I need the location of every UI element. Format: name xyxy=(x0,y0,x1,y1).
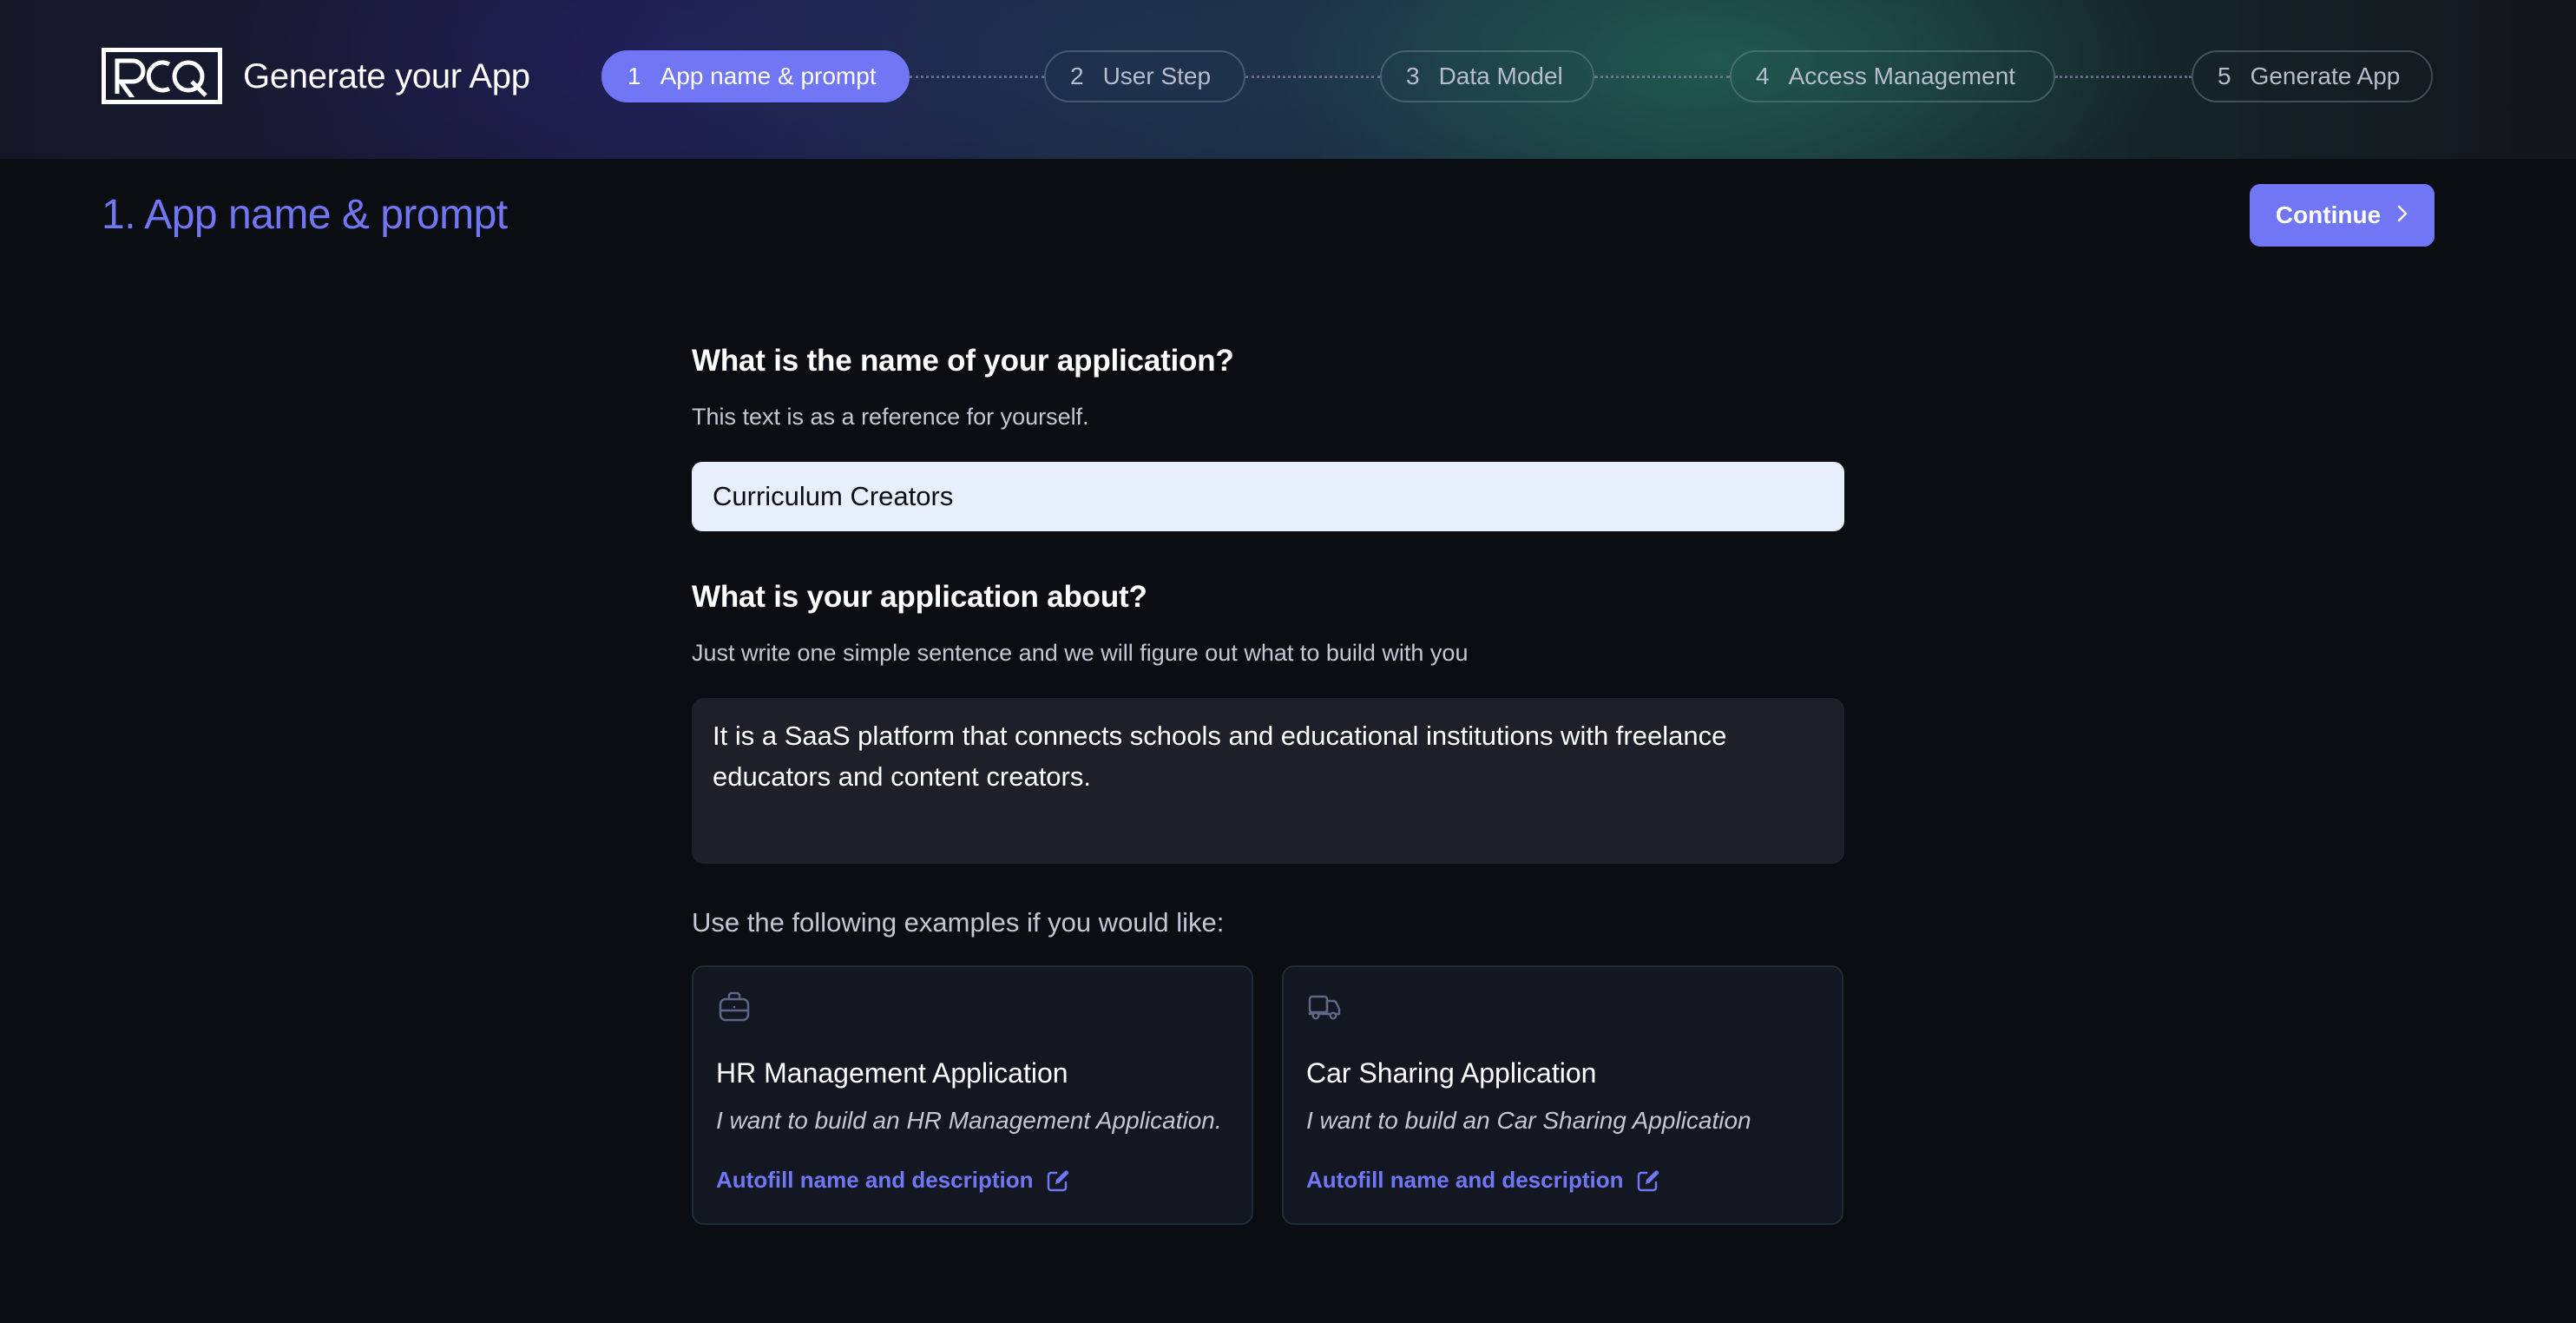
examples-label: Use the following examples if you would … xyxy=(692,907,1225,938)
step-connector xyxy=(2055,76,2192,78)
step-label: User Step xyxy=(1102,63,1212,89)
step-label: App name & prompt xyxy=(660,63,877,89)
autofill-link[interactable]: Autofill name and description xyxy=(716,1167,1071,1194)
autofill-link[interactable]: Autofill name and description xyxy=(1306,1167,1661,1194)
autofill-label: Autofill name and description xyxy=(716,1167,1034,1193)
step-number: 3 xyxy=(1406,63,1420,89)
example-card-hr[interactable]: HR Management Application I want to buil… xyxy=(692,965,1253,1225)
step-connector xyxy=(1594,76,1730,78)
step-number: 4 xyxy=(1756,63,1770,89)
step-label: Access Management xyxy=(1788,63,2016,89)
step-data-model[interactable]: 3 Data Model xyxy=(1380,50,1594,102)
page-title: 1. App name & prompt xyxy=(102,192,508,238)
app-name-input[interactable] xyxy=(692,462,1844,531)
about-help-text: Just write one simple sentence and we wi… xyxy=(692,640,1469,666)
step-connector xyxy=(1245,76,1380,78)
example-title: Car Sharing Application xyxy=(1306,1057,1597,1089)
name-question: What is the name of your application? xyxy=(692,344,1234,378)
stepper: 1 App name & prompt 2 User Step 3 Data M… xyxy=(601,50,2433,102)
step-label: Generate App xyxy=(2250,63,2401,89)
step-number: 2 xyxy=(1070,63,1084,89)
example-description: I want to build an HR Management Applica… xyxy=(716,1107,1222,1134)
briefcase-icon xyxy=(716,988,752,1024)
example-title: HR Management Application xyxy=(716,1057,1068,1089)
step-number: 5 xyxy=(2218,63,2231,89)
step-generate-app[interactable]: 5 Generate App xyxy=(2192,50,2433,102)
step-access-management[interactable]: 4 Access Management xyxy=(1730,50,2055,102)
logo xyxy=(102,48,222,104)
example-card-car-sharing[interactable]: Car Sharing Application I want to build … xyxy=(1282,965,1843,1225)
step-connector xyxy=(910,76,1044,78)
app-description-textarea[interactable]: It is a SaaS platform that connects scho… xyxy=(692,698,1844,864)
rcq-logo-icon xyxy=(115,58,207,97)
name-help-text: This text is as a reference for yourself… xyxy=(692,404,1089,430)
app-title: Generate your App xyxy=(243,57,530,95)
example-description: I want to build an Car Sharing Applicati… xyxy=(1306,1107,1751,1134)
edit-icon xyxy=(1048,1170,1069,1191)
truck-icon xyxy=(1306,988,1343,1024)
step-app-name-prompt[interactable]: 1 App name & prompt xyxy=(601,50,910,102)
continue-label: Continue xyxy=(2275,201,2382,228)
autofill-label: Autofill name and description xyxy=(1306,1167,1624,1193)
continue-button[interactable]: Continue xyxy=(2250,184,2435,247)
about-question: What is your application about? xyxy=(692,580,1147,614)
step-label: Data Model xyxy=(1438,63,1563,89)
edit-icon xyxy=(1638,1170,1659,1191)
chevron-right-icon xyxy=(2396,202,2408,229)
step-number: 1 xyxy=(628,63,641,89)
step-user-step[interactable]: 2 User Step xyxy=(1044,50,1245,102)
